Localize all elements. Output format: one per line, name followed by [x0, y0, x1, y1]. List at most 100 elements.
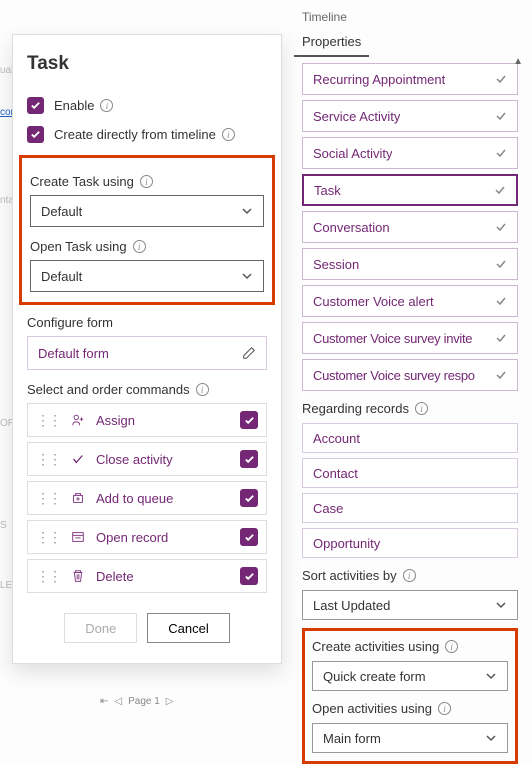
command-label: Close activity: [96, 452, 240, 467]
directly-checkbox[interactable]: [27, 126, 44, 143]
check-icon: [495, 258, 507, 270]
command-checkbox[interactable]: [240, 489, 258, 507]
info-icon[interactable]: i: [196, 383, 209, 396]
command-label: Open record: [96, 530, 240, 545]
grip-icon[interactable]: ⋮⋮: [36, 490, 60, 507]
activity-type-item[interactable]: Session: [302, 248, 518, 280]
delete-icon: [70, 568, 86, 584]
info-icon[interactable]: i: [222, 128, 235, 141]
directly-label: Create directly from timeline: [54, 127, 216, 142]
info-icon[interactable]: i: [403, 569, 416, 582]
activity-type-item[interactable]: Conversation: [302, 211, 518, 243]
open-activities-select[interactable]: Main form: [312, 723, 508, 753]
cancel-button[interactable]: Cancel: [147, 613, 229, 643]
info-icon[interactable]: i: [100, 99, 113, 112]
check-icon: [495, 110, 507, 122]
command-checkbox[interactable]: [240, 411, 258, 429]
info-icon[interactable]: i: [438, 702, 451, 715]
command-label: Delete: [96, 569, 240, 584]
command-checkbox[interactable]: [240, 450, 258, 468]
command-checkbox[interactable]: [240, 528, 258, 546]
activity-type-item[interactable]: Social Activity: [302, 137, 518, 169]
sort-by-label: Sort activities byi: [302, 568, 518, 583]
enable-label: Enable: [54, 98, 94, 113]
highlight-box-2: Create activities usingi Quick create fo…: [302, 628, 518, 764]
activity-type-item[interactable]: Recurring Appointment: [302, 63, 518, 95]
command-checkbox[interactable]: [240, 567, 258, 585]
sort-by-select[interactable]: Last Updated: [302, 590, 518, 620]
activity-type-item[interactable]: Customer Voice alert: [302, 285, 518, 317]
grip-icon[interactable]: ⋮⋮: [36, 412, 60, 429]
activity-type-item[interactable]: Service Activity: [302, 100, 518, 132]
next-page-icon[interactable]: ▷: [166, 696, 174, 707]
regarding-item[interactable]: Case: [302, 493, 518, 523]
create-using-value: Default: [41, 204, 82, 219]
properties-panel: Timeline Properties ▲ Recurring Appointm…: [294, 8, 526, 764]
configure-form-field[interactable]: Default form: [27, 336, 267, 370]
create-activities-value: Quick create form: [323, 669, 426, 684]
first-page-icon[interactable]: ⇤: [100, 696, 108, 707]
check-icon: [495, 332, 507, 344]
enable-checkbox[interactable]: [27, 97, 44, 114]
queue-icon: [70, 490, 86, 506]
command-item[interactable]: ⋮⋮ Open record: [27, 520, 267, 554]
sort-by-value: Last Updated: [313, 598, 390, 613]
page-label: Page 1: [128, 696, 160, 707]
open-using-value: Default: [41, 269, 82, 284]
chevron-down-icon: [495, 599, 507, 611]
collapse-icon[interactable]: ▲: [513, 56, 523, 67]
command-item[interactable]: ⋮⋮ Add to queue: [27, 481, 267, 515]
activity-type-item[interactable]: Customer Voice survey invite: [302, 322, 518, 354]
assign-icon: [70, 412, 86, 428]
regarding-item[interactable]: Opportunity: [302, 528, 518, 558]
create-activities-select[interactable]: Quick create form: [312, 661, 508, 691]
check-icon: [495, 221, 507, 233]
chevron-down-icon: [241, 205, 253, 217]
open-activities-label: Open activities usingi: [312, 701, 508, 716]
configure-form-label: Configure form: [27, 315, 267, 330]
highlight-box-1: Create Task usingi Default Open Task usi…: [19, 155, 275, 305]
prev-page-icon[interactable]: ◁: [114, 696, 122, 707]
activity-type-item-selected[interactable]: Task: [302, 174, 518, 206]
enable-row[interactable]: Enable i: [27, 97, 267, 114]
panel-title: Task: [27, 53, 267, 75]
task-config-panel: Task Enable i Create directly from timel…: [12, 34, 282, 664]
info-icon[interactable]: i: [415, 402, 428, 415]
command-item[interactable]: ⋮⋮ Delete: [27, 559, 267, 593]
properties-tab[interactable]: Properties: [294, 28, 369, 57]
directly-row[interactable]: Create directly from timeline i: [27, 126, 267, 143]
command-label: Assign: [96, 413, 240, 428]
chevron-down-icon: [485, 670, 497, 682]
pager[interactable]: ⇤ ◁ Page 1 ▷: [100, 696, 174, 707]
check-icon: [495, 147, 507, 159]
commands-label: Select and order commandsi: [27, 382, 267, 397]
info-icon[interactable]: i: [445, 640, 458, 653]
create-activities-label: Create activities usingi: [312, 639, 508, 654]
open-using-label: Open Task usingi: [30, 239, 264, 254]
info-icon[interactable]: i: [140, 175, 153, 188]
configure-form-value: Default form: [38, 346, 109, 361]
grip-icon[interactable]: ⋮⋮: [36, 529, 60, 546]
check-icon: [495, 369, 507, 381]
command-label: Add to queue: [96, 491, 240, 506]
create-using-label: Create Task usingi: [30, 174, 264, 189]
open-using-select[interactable]: Default: [30, 260, 264, 292]
regarding-item[interactable]: Contact: [302, 458, 518, 488]
command-item[interactable]: ⋮⋮ Assign: [27, 403, 267, 437]
done-button[interactable]: Done: [64, 613, 137, 643]
check-icon: [495, 295, 507, 307]
open-activities-value: Main form: [323, 731, 381, 746]
pencil-icon: [242, 346, 256, 360]
regarding-label: Regarding recordsi: [302, 401, 518, 416]
regarding-item[interactable]: Account: [302, 423, 518, 453]
grip-icon[interactable]: ⋮⋮: [36, 451, 60, 468]
timeline-header: Timeline: [294, 8, 526, 26]
command-item[interactable]: ⋮⋮ Close activity: [27, 442, 267, 476]
info-icon[interactable]: i: [133, 240, 146, 253]
close-icon: [70, 451, 86, 467]
check-icon: [494, 184, 506, 196]
chevron-down-icon: [485, 732, 497, 744]
grip-icon[interactable]: ⋮⋮: [36, 568, 60, 585]
create-using-select[interactable]: Default: [30, 195, 264, 227]
activity-type-item[interactable]: Customer Voice survey respo: [302, 359, 518, 391]
